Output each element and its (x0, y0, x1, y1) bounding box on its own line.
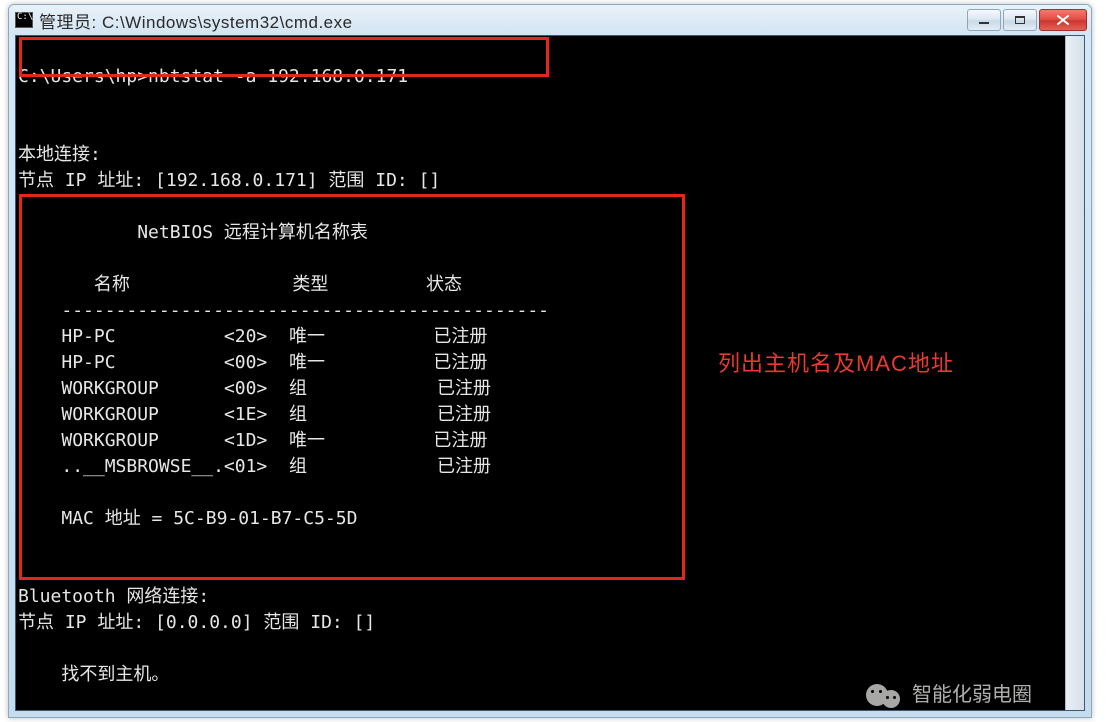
col-header: 名称 (94, 274, 130, 295)
row-code: <01> (224, 456, 267, 477)
maximize-button[interactable] (1003, 9, 1037, 31)
window-title: 管理员: C:\Windows\system32\cmd.exe (39, 8, 967, 33)
row-type: 唯一 (289, 326, 325, 347)
cmd-icon: C:\ (15, 12, 33, 28)
entered-command: nbtstat -a 192.168.0.171 (148, 66, 408, 87)
row-name: HP-PC (61, 352, 115, 373)
title-bar[interactable]: C:\ 管理员: C:\Windows\system32\cmd.exe (9, 5, 1091, 35)
table-title: NetBIOS 远程计算机名称表 (137, 222, 368, 243)
col-header: 类型 (292, 274, 328, 295)
row-name: WORKGROUP (61, 378, 159, 399)
row-type: 唯一 (289, 430, 325, 451)
row-code: <00> (224, 378, 267, 399)
maximize-icon (1015, 16, 1025, 24)
close-button[interactable] (1039, 9, 1087, 31)
annotation-label: 列出主机名及MAC地址 (718, 346, 954, 378)
watermark-wechat: 智能化弱电圈 (866, 676, 1032, 708)
row-type: 唯一 (289, 352, 325, 373)
cmd-window: C:\ 管理员: C:\Windows\system32\cmd.exe C:\… (8, 4, 1092, 718)
row-name: WORKGROUP (61, 404, 159, 425)
output-line: 本地连接: (18, 144, 101, 165)
output-line: 节点 IP 址址: [192.168.0.171] 范围 ID: [] (18, 170, 440, 191)
output-line: 节点 IP 址址: [0.0.0.0] 范围 ID: [] (18, 612, 375, 633)
row-status: 已注册 (437, 378, 491, 399)
row-name: ..__MSBROWSE__. (61, 456, 224, 477)
row-name: WORKGROUP (61, 430, 159, 451)
row-type: 组 (289, 456, 307, 477)
row-code: <1D> (224, 430, 267, 451)
prompt: C:\Users\hp> (18, 66, 148, 87)
row-name: HP-PC (61, 326, 115, 347)
wechat-icon (866, 676, 906, 708)
col-header: 状态 (426, 274, 462, 295)
row-status: 已注册 (433, 326, 487, 347)
row-status: 已注册 (437, 456, 491, 477)
row-code: <00> (224, 352, 267, 373)
row-status: 已注册 (433, 352, 487, 373)
output-line: Bluetooth 网络连接: (18, 586, 209, 607)
close-icon (1057, 15, 1069, 25)
row-code: <20> (224, 326, 267, 347)
minimize-icon (979, 22, 989, 24)
terminal-viewport[interactable]: C:\Users\hp>nbtstat -a 192.168.0.171 本地连… (15, 35, 1085, 711)
output-line: 找不到主机。 (18, 664, 169, 685)
row-status: 已注册 (437, 404, 491, 425)
row-code: <1E> (224, 404, 267, 425)
row-status: 已注册 (433, 430, 487, 451)
window-controls (967, 9, 1087, 31)
row-type: 组 (289, 404, 307, 425)
minimize-button[interactable] (967, 9, 1001, 31)
mac-line: MAC 地址 = 5C-B9-01-B7-C5-5D (61, 508, 357, 529)
row-type: 组 (289, 378, 307, 399)
table-hr: ----------------------------------------… (61, 300, 549, 321)
